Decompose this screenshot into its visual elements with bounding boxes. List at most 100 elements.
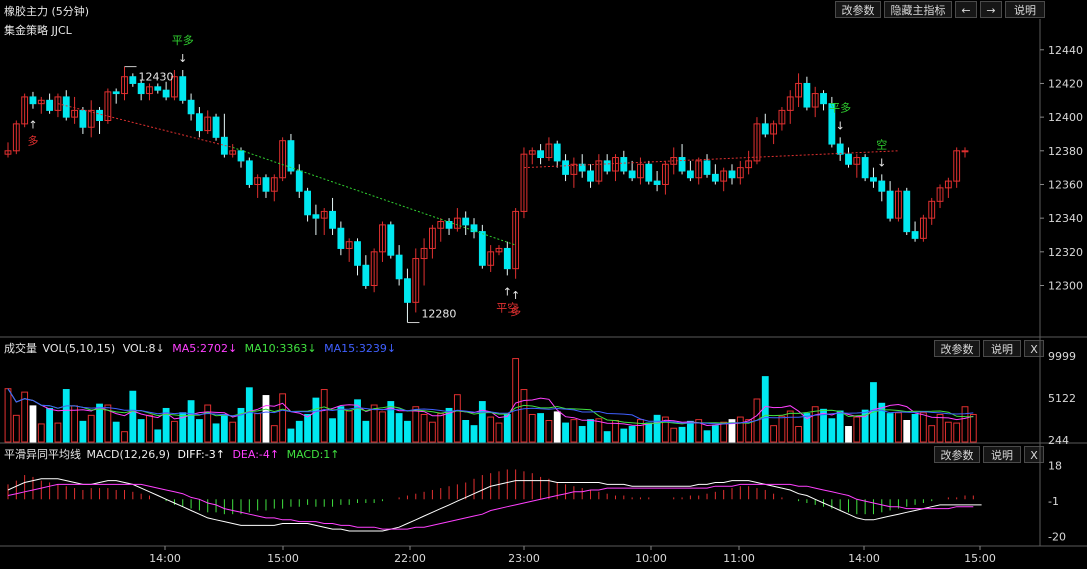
candle-body <box>595 160 603 182</box>
volume-params: VOL(5,10,15) <box>42 342 116 355</box>
candle-body <box>628 170 636 179</box>
volume-bar <box>695 419 703 443</box>
candle-body <box>462 217 470 226</box>
volume-bar <box>112 421 120 443</box>
candle-body <box>345 241 353 249</box>
candle-body <box>137 82 145 95</box>
macd-close-button[interactable]: X <box>1024 446 1044 463</box>
volume-bar <box>928 425 936 443</box>
volume-bar <box>46 407 54 443</box>
signal-arrow: ↓ <box>178 52 187 65</box>
candle-body <box>886 190 894 219</box>
volume-close-button[interactable]: X <box>1024 340 1044 357</box>
candle-body <box>245 160 253 185</box>
next-arrow-button[interactable]: → <box>980 1 1002 18</box>
candle-body <box>146 86 153 95</box>
prev-arrow-button[interactable]: ← <box>955 1 977 18</box>
volume-bar <box>187 400 195 443</box>
volume-bar <box>220 413 228 443</box>
candle-body <box>811 93 819 108</box>
y-tick-label: 12440 <box>1048 44 1083 57</box>
candle-body <box>395 254 403 280</box>
candle-body <box>778 109 786 125</box>
volume-bar <box>428 421 436 443</box>
candle-body <box>171 76 178 98</box>
candle-body <box>745 160 753 169</box>
volume-change-params-button[interactable]: 改参数 <box>934 340 980 357</box>
x-tick-label: 10:00 <box>635 552 667 565</box>
volume-bar <box>678 426 686 443</box>
volume-bar <box>362 420 370 443</box>
ma15-value: MA15:3239↓ <box>324 342 397 355</box>
candle-body <box>828 103 836 145</box>
candle-body <box>412 258 420 303</box>
macd-series <box>7 469 982 532</box>
candle-body <box>878 180 886 192</box>
x-tick-label: 14:00 <box>848 552 880 565</box>
volume-bar <box>345 410 353 443</box>
candle-body <box>320 210 328 219</box>
volume-bar <box>12 414 20 443</box>
macd-help-button[interactable]: 说明 <box>983 446 1021 463</box>
volume-bar <box>470 425 478 443</box>
candle-body <box>853 157 861 165</box>
volume-bar <box>337 406 345 443</box>
hide-main-indicator-button[interactable]: 隐藏主指标 <box>884 1 952 18</box>
candle-body <box>262 177 270 192</box>
volume-bar <box>612 419 619 443</box>
volume-bar <box>154 429 162 443</box>
trend-line <box>523 150 899 169</box>
candle-body <box>37 99 45 105</box>
volume-bar <box>578 426 586 443</box>
candle-body <box>187 99 195 115</box>
volume-bar <box>512 358 520 443</box>
y-tick-label: 12400 <box>1048 111 1083 124</box>
volume-bar <box>29 405 37 443</box>
volume-bar <box>379 411 386 443</box>
candle-body <box>295 170 303 192</box>
candle-body <box>537 150 545 159</box>
y-tick-label: 12380 <box>1048 145 1083 158</box>
volume-bar <box>370 404 378 443</box>
signal-label: 平多 <box>172 33 194 47</box>
candle-body <box>12 123 20 152</box>
candle-body <box>861 157 869 179</box>
volume-bar <box>911 413 919 443</box>
volume-bar <box>853 416 861 443</box>
volume-bar <box>146 414 153 443</box>
candle-body <box>728 170 736 179</box>
volume-bar <box>670 427 678 443</box>
volume-bar <box>520 389 528 443</box>
volume-bar <box>903 419 911 443</box>
volume-bar <box>570 419 578 443</box>
volume-bar <box>395 413 403 443</box>
macd-change-params-button[interactable]: 改参数 <box>934 446 980 463</box>
candle-body <box>786 96 794 111</box>
high-label: 12430 <box>139 71 174 84</box>
candle-body <box>944 180 952 189</box>
candle-body <box>612 157 619 172</box>
volume-bar <box>229 421 237 443</box>
volume-bar <box>545 419 553 443</box>
candle-body <box>736 167 744 179</box>
candle-body <box>495 247 503 253</box>
candle-body <box>662 163 669 185</box>
volume-bar <box>653 414 661 443</box>
candle-body <box>528 150 536 155</box>
help-button[interactable]: 说明 <box>1005 1 1045 18</box>
ma10-line <box>7 388 974 425</box>
candle-body <box>370 251 378 286</box>
change-params-button[interactable]: 改参数 <box>835 1 881 18</box>
volume-help-button[interactable]: 说明 <box>983 340 1021 357</box>
volume-bar <box>828 418 836 443</box>
x-tick-label: 15:00 <box>267 552 299 565</box>
candle-body <box>553 143 561 162</box>
candle-body <box>695 160 703 179</box>
volume-bar <box>628 426 636 443</box>
volume-bar <box>279 393 287 443</box>
x-tick-label: 22:00 <box>394 552 426 565</box>
candle-body <box>795 82 802 98</box>
volume-bar <box>587 419 594 443</box>
macd-params: MACD(12,26,9) <box>86 448 171 461</box>
diff-value: DIFF:-3↑ <box>177 448 225 461</box>
